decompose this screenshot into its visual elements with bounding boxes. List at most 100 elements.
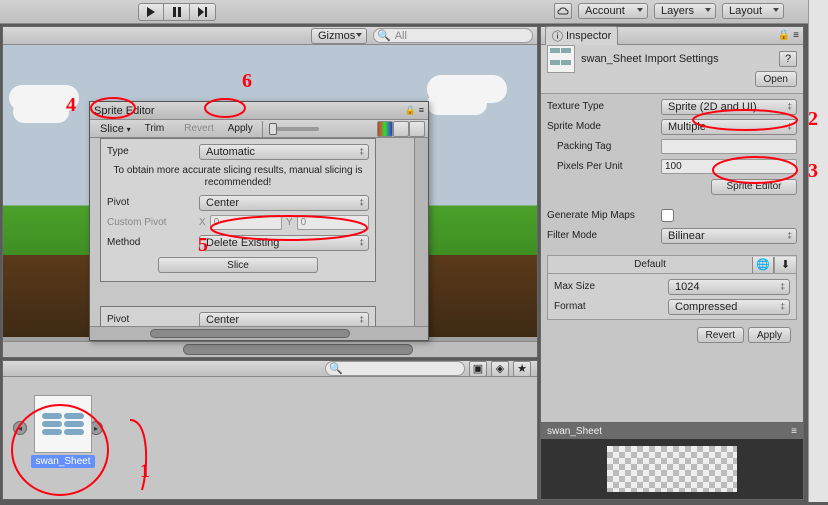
open-button[interactable]: Open [755, 71, 797, 87]
trim-button[interactable]: Trim [138, 121, 172, 136]
custom-pivot-x: 0 [210, 215, 282, 230]
inspector-body: Texture Type Sprite (2D and UI) Sprite Mo… [541, 94, 803, 351]
inspector-revert-button[interactable]: Revert [697, 327, 744, 343]
import-settings-title: swan_Sheet Import Settings [581, 53, 773, 65]
filter-mode-dropdown[interactable]: Bilinear [661, 228, 797, 244]
favorite-icon[interactable]: ★ [513, 361, 531, 377]
scroll-thumb[interactable] [183, 344, 413, 355]
step-button[interactable] [190, 3, 216, 21]
custom-pivot-label: Custom Pivot [107, 217, 195, 228]
platform-settings: Default 🌐 ⬇ Max Size 1024 Format Compresse… [547, 255, 797, 320]
inspector-apply-button[interactable]: Apply [748, 327, 791, 343]
help-icon[interactable]: ? [779, 51, 797, 67]
pivot2-label: Pivot [107, 314, 195, 325]
preview-texture [607, 446, 737, 492]
preview-body [541, 439, 803, 499]
layout-dropdown[interactable]: Layout [722, 3, 784, 19]
search-placeholder: All [395, 30, 407, 42]
filter-type-icon[interactable]: ▣ [469, 361, 487, 377]
slice-button[interactable]: Slice [158, 257, 318, 273]
alpha-toggle[interactable] [393, 121, 409, 137]
ppu-label: Pixels Per Unit [547, 161, 655, 172]
slice-hint: To obtain more accurate slicing results,… [107, 163, 369, 191]
pivot2-dropdown[interactable]: Center [199, 312, 369, 327]
panel-menu-icon[interactable]: ≡ [793, 30, 799, 41]
layers-dropdown[interactable]: Layers [654, 3, 716, 19]
filter-label-icon[interactable]: ◈ [491, 361, 509, 377]
window-menu-icon[interactable]: ≡ [419, 105, 424, 116]
maxsize-dropdown[interactable]: 1024 [668, 279, 790, 295]
project-toolbar: 🔍 ▣ ◈ ★ [3, 361, 537, 377]
clamp-toggle[interactable] [409, 121, 425, 137]
method-label: Method [107, 237, 195, 248]
play-button[interactable] [138, 3, 164, 21]
maxsize-label: Max Size [554, 281, 662, 292]
gizmos-dropdown[interactable]: Gizmos [311, 28, 367, 44]
mipmaps-checkbox[interactable] [661, 209, 674, 222]
alpha-slider[interactable] [269, 127, 319, 131]
preview-header[interactable]: swan_Sheet ≡ [541, 423, 803, 439]
rgb-toggle[interactable] [377, 121, 393, 137]
assets-grid[interactable]: ◂ ▸ swan_Sheet [11, 385, 529, 493]
scene-search[interactable]: 🔍All [373, 28, 533, 43]
sprite-editor-title: Sprite Editor [94, 105, 155, 117]
preview-menu-icon[interactable]: ≡ [791, 426, 797, 437]
scene-hscroll[interactable] [3, 341, 537, 357]
platform-web-icon[interactable]: 🌐 [752, 257, 774, 273]
method-dropdown[interactable]: Delete Existing [199, 235, 369, 251]
inspector-tab[interactable]: ⓘ Inspector [545, 26, 618, 45]
packing-tag-label: Packing Tag [547, 141, 655, 152]
hscroll-thumb[interactable] [150, 329, 350, 338]
layout-label: Layout [729, 5, 762, 17]
window-buttons: 🔒 ≡ [405, 105, 424, 116]
pause-button[interactable] [164, 3, 190, 21]
sprite-mode-dropdown[interactable]: Multiple [661, 119, 797, 135]
pivot-dropdown[interactable]: Center [199, 195, 369, 211]
preview-panel: swan_Sheet ≡ [541, 422, 803, 499]
texture-type-dropdown[interactable]: Sprite (2D and UI) [661, 99, 797, 115]
slice-menu[interactable]: Slice ▾ [93, 121, 138, 137]
inspector-header: swan_Sheet Import Settings ? Open [541, 45, 803, 94]
cloud-icon[interactable] [554, 3, 572, 19]
type-dropdown[interactable]: Automatic [199, 144, 369, 160]
scene-toolbar: Gizmos 🔍All [3, 27, 537, 45]
inspector-tabbar: ⓘ Inspector 🔒 ≡ [541, 27, 803, 45]
sprite-editor-hscroll[interactable] [90, 326, 428, 340]
cp-y-label: Y [286, 217, 293, 228]
custom-pivot-y: 0 [297, 215, 369, 230]
packing-tag-field[interactable] [661, 139, 797, 154]
asset-item[interactable]: swan_Sheet [29, 395, 97, 468]
asset-prev-button[interactable]: ◂ [13, 421, 27, 435]
window-lock-icon[interactable]: 🔒 [405, 105, 416, 116]
platform-default-tab[interactable]: Default [548, 259, 752, 270]
revert-button[interactable]: Revert [177, 121, 220, 136]
mipmaps-label: Generate Mip Maps [547, 210, 655, 221]
lock-icon[interactable]: 🔒 [778, 30, 790, 41]
account-dropdown[interactable]: Account [578, 3, 648, 19]
asset-header-icon [547, 45, 575, 73]
filter-mode-label: Filter Mode [547, 230, 655, 241]
sprite-mode-label: Sprite Mode [547, 121, 655, 132]
ppu-field[interactable]: 100 [661, 159, 797, 174]
sprite-editor-button[interactable]: Sprite Editor [711, 179, 797, 195]
account-label: Account [585, 5, 625, 17]
platform-standalone-icon[interactable]: ⬇ [774, 257, 796, 273]
cp-x-label: X [199, 217, 206, 228]
project-search[interactable]: 🔍 [325, 361, 465, 376]
sprite-editor-titlebar[interactable]: Sprite Editor 🔒 ≡ [90, 102, 428, 120]
format-dropdown[interactable]: Compressed [668, 299, 790, 315]
inspector-icon: ⓘ [552, 28, 563, 44]
sprite-editor-vscroll[interactable] [414, 138, 428, 326]
sprite-editor-window: Sprite Editor 🔒 ≡ Slice ▾ Trim Revert Ap… [89, 101, 429, 341]
inspector-tab-label: Inspector [566, 30, 611, 42]
asset-thumbnail [34, 395, 92, 453]
sprite-editor-toolbar: Slice ▾ Trim Revert Apply [90, 120, 428, 138]
main-toolbar: Account Layers Layout [0, 0, 808, 24]
sprite-editor-body: Type Automatic To obtain more accurate s… [90, 138, 414, 326]
texture-type-label: Texture Type [547, 101, 655, 112]
pivot-label: Pivot [107, 197, 195, 208]
apply-button[interactable]: Apply [221, 121, 260, 136]
format-label: Format [554, 301, 662, 312]
gizmos-label: Gizmos [318, 30, 355, 42]
type-label: Type [107, 146, 195, 157]
